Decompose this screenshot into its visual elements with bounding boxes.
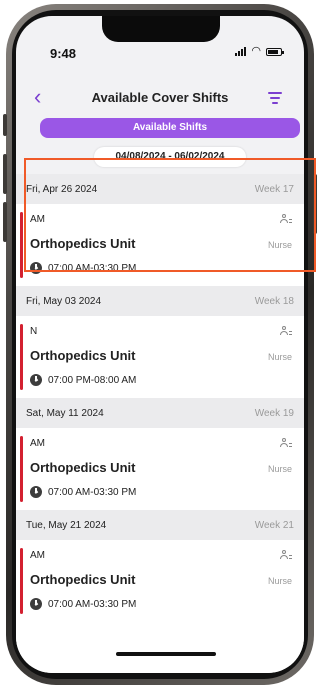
- page-title: Available Cover Shifts: [91, 90, 229, 105]
- group-date: Fri, May 03 2024: [26, 295, 102, 307]
- shift-code: AM: [30, 214, 45, 225]
- group-date: Sat, May 11 2024: [26, 407, 104, 419]
- group-header: Fri, Apr 26 2024 Week 17: [16, 174, 304, 204]
- shift-status-bar: [20, 324, 23, 390]
- wifi-icon: ◠: [251, 45, 261, 57]
- shift-time: 07:00 PM-08:00 AM: [48, 375, 137, 386]
- shift-status-bar: [20, 212, 23, 278]
- shift-time: 07:00 AM-03:30 PM: [48, 599, 137, 610]
- person-icon: [280, 550, 292, 560]
- shift-code: AM: [30, 550, 45, 561]
- available-shifts-button[interactable]: Available Shifts: [40, 118, 300, 138]
- unit-name: Orthopedics Unit: [30, 348, 136, 363]
- shift-card[interactable]: AM Orthopedics Unit Nurse 07:00 AM-03:30…: [16, 428, 304, 510]
- unit-name: Orthopedics Unit: [30, 236, 136, 251]
- shift-group: Fri, May 03 2024 Week 18 N Orthopedics U…: [16, 286, 304, 398]
- shift-card[interactable]: AM Orthopedics Unit Nurse 07:00 AM-03:30…: [16, 204, 304, 286]
- status-time: 9:48: [50, 46, 77, 61]
- person-icon: [280, 214, 292, 224]
- shift-time: 07:00 AM-03:30 PM: [48, 487, 137, 498]
- notch: [102, 16, 220, 42]
- filter-icon[interactable]: [268, 92, 282, 107]
- group-week: Week 19: [254, 407, 294, 419]
- app-screen: 9:48 ◠ ‹ Available Cover Shifts Availabl…: [16, 16, 304, 673]
- app-header: ‹ Available Cover Shifts: [16, 86, 304, 112]
- shift-status-bar: [20, 548, 23, 614]
- battery-icon: [266, 47, 284, 56]
- clock-icon: [30, 598, 42, 610]
- group-week: Week 21: [254, 519, 294, 531]
- clock-icon: [30, 486, 42, 498]
- person-icon: [280, 438, 292, 448]
- status-icons: ◠: [235, 45, 284, 57]
- clock-icon: [30, 262, 42, 274]
- group-header: Fri, May 03 2024 Week 18: [16, 286, 304, 316]
- role-label: Nurse: [267, 240, 292, 250]
- home-indicator[interactable]: [116, 652, 216, 656]
- role-label: Nurse: [267, 576, 292, 586]
- mute-switch: [3, 114, 7, 136]
- signal-icon: [235, 47, 247, 56]
- power-button: [313, 174, 317, 234]
- group-header: Sat, May 11 2024 Week 19: [16, 398, 304, 428]
- date-range-selector[interactable]: 04/08/2024 - 06/02/2024: [94, 147, 246, 167]
- volume-down-button: [3, 202, 7, 242]
- clock-icon: [30, 374, 42, 386]
- group-week: Week 18: [254, 295, 294, 307]
- role-label: Nurse: [267, 464, 292, 474]
- person-icon: [280, 326, 292, 336]
- unit-name: Orthopedics Unit: [30, 460, 136, 475]
- group-date: Fri, Apr 26 2024: [26, 183, 98, 195]
- volume-up-button: [3, 154, 7, 194]
- shift-list: Fri, Apr 26 2024 Week 17 AM Orthopedics …: [16, 174, 304, 622]
- bottom-safe-area: [16, 622, 304, 673]
- role-label: Nurse: [267, 352, 292, 362]
- group-date: Tue, May 21 2024: [26, 519, 107, 531]
- group-header: Tue, May 21 2024 Week 21: [16, 510, 304, 540]
- shift-card[interactable]: AM Orthopedics Unit Nurse 07:00 AM-03:30…: [16, 540, 304, 622]
- shift-time: 07:00 AM-03:30 PM: [48, 263, 137, 274]
- shift-code: N: [30, 326, 38, 337]
- shift-group: Tue, May 21 2024 Week 21 AM Orthopedics …: [16, 510, 304, 622]
- shift-group: Fri, Apr 26 2024 Week 17 AM Orthopedics …: [16, 174, 304, 286]
- unit-name: Orthopedics Unit: [30, 572, 136, 587]
- shift-status-bar: [20, 436, 23, 502]
- shift-group: Sat, May 11 2024 Week 19 AM Orthopedics …: [16, 398, 304, 510]
- shift-card[interactable]: N Orthopedics Unit Nurse 07:00 PM-08:00 …: [16, 316, 304, 398]
- group-week: Week 17: [254, 183, 294, 195]
- shift-code: AM: [30, 438, 45, 449]
